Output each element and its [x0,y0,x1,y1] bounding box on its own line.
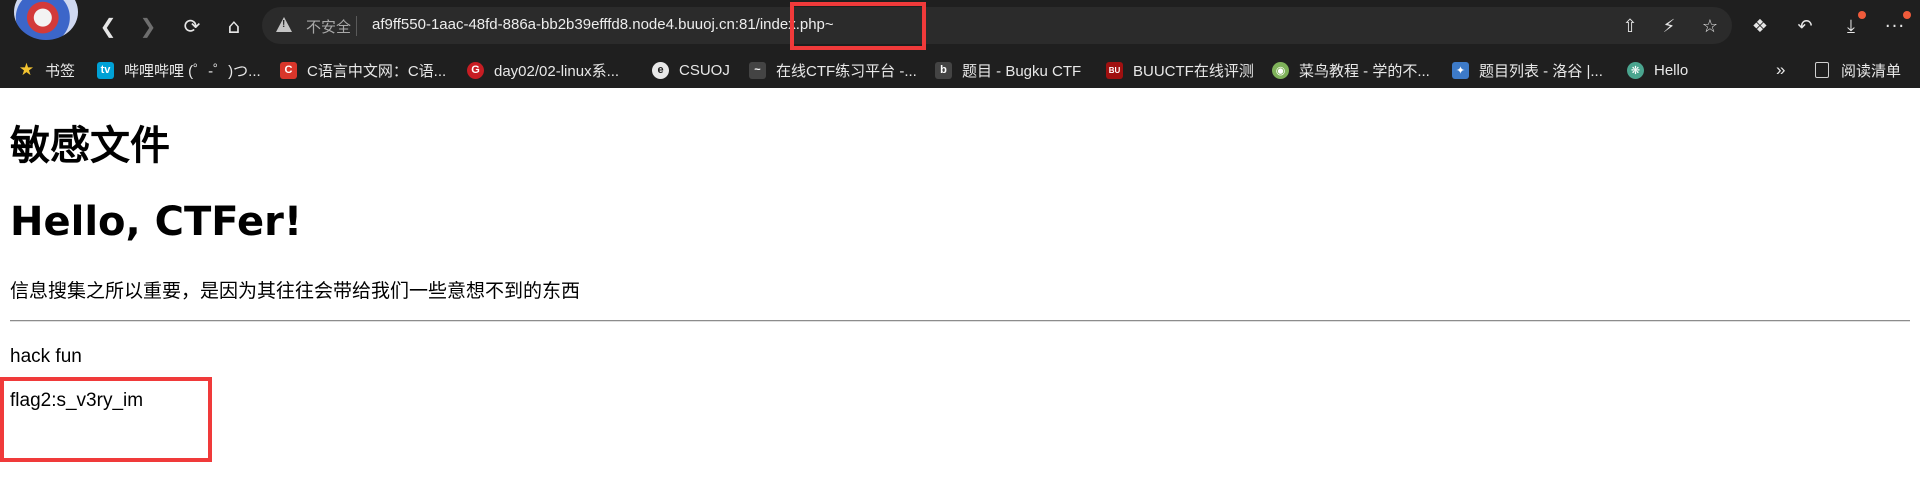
bookmark-item[interactable]: ★ 书签 [18,59,75,81]
bookmarks-overflow-button[interactable]: » [1776,59,1785,81]
performance-icon[interactable]: ⚡ [1656,13,1682,39]
home-icon[interactable]: ⌂ [220,12,248,40]
bookmark-item[interactable]: e CSUOJ [652,59,730,81]
forward-icon[interactable]: ❯ [134,12,162,40]
star-icon: ★ [18,60,35,80]
horizontal-rule [10,320,1910,322]
bookmark-item[interactable]: ~ 在线CTF练习平台 -... [749,59,917,81]
address-separator [356,16,357,36]
ctf-icon: ~ [749,61,766,79]
url-host: af9ff550-1aac-48fd-886a-bb2b39efffd8.nod… [372,16,756,33]
url-path-highlight [790,2,926,50]
bookmark-item[interactable]: ✦ 题目列表 - 洛谷 |... [1452,59,1603,81]
bookmark-item[interactable]: ❋ Hello [1627,59,1688,81]
bookmark-label: Hello [1654,61,1689,79]
page-content: 敏感文件 Hello, CTFer! 信息搜集之所以重要，是因为其往往会带给我们… [0,88,1920,484]
url-text[interactable]: af9ff550-1aac-48fd-886a-bb2b39efffd8.nod… [372,16,834,33]
luogu-icon: ✦ [1452,61,1469,79]
page-heading-secondary: Hello, CTFer! [10,199,303,245]
bookmark-item[interactable]: G day02/02-linux系... [467,59,619,81]
bookmark-item[interactable]: tv 哔哩哔哩 (゜-゜)つ... [97,59,261,81]
bookmark-label: day02/02-linux系... [494,62,620,80]
refresh-icon[interactable]: ⟳ [178,12,206,40]
security-label[interactable]: 不安全 [306,16,351,37]
downloads-badge [1858,11,1866,19]
extensions-icon[interactable]: ❖ [1747,13,1773,39]
back-icon[interactable]: ❮ [94,12,122,40]
bookmark-item[interactable]: BU BUUCTF在线评测 [1106,59,1254,81]
share-icon[interactable]: ⇧ [1617,13,1643,39]
csuoj-icon: e [652,61,669,79]
bookmark-label: C语言中文网：C语... [307,62,447,80]
bookmark-item[interactable]: b 题目 - Bugku CTF [935,59,1081,81]
address-bar[interactable]: 不安全 af9ff550-1aac-48fd-886a-bb2b39efffd8… [262,7,1732,44]
bookmark-label: 在线CTF练习平台 -... [776,62,917,80]
more-badge [1903,11,1911,19]
browser-toolbar: ❮ ❯ ⟳ ⌂ 不安全 af9ff550-1aac-48fd-886a-bb2b… [0,0,1920,52]
buuctf-icon: BU [1106,61,1123,79]
favorite-icon[interactable]: ☆ [1697,13,1723,39]
page-heading-primary: 敏感文件 [10,123,170,169]
bookmarks-bar: ★ 书签 tv 哔哩哔哩 (゜-゜)つ... C C语言中文网：C语... G … [0,52,1920,88]
flag-highlight [0,377,212,462]
bookmark-label: 菜鸟教程 - 学的不... [1299,62,1430,80]
bookmark-item[interactable]: C C语言中文网：C语... [280,59,446,81]
bookmark-item[interactable]: ◉ 菜鸟教程 - 学的不... [1272,59,1430,81]
browser-chrome: ❮ ❯ ⟳ ⌂ 不安全 af9ff550-1aac-48fd-886a-bb2b… [0,0,1920,88]
reading-list-label: 阅读清单 [1841,62,1902,80]
bookmark-label: 题目 - Bugku CTF [962,62,1082,80]
gitee-icon: G [467,61,484,79]
bookmark-label: 书签 [45,62,76,80]
undo-icon[interactable]: ↶ [1792,13,1818,39]
c-icon: C [280,61,297,79]
bookmark-label: 哔哩哔哩 (゜-゜)つ... [124,62,261,80]
runoob-icon: ◉ [1272,61,1289,79]
reading-list-icon [1815,62,1829,78]
bugku-icon: b [935,61,952,79]
warning-icon [276,17,292,32]
bookmark-label: 题目列表 - 洛谷 |... [1479,62,1603,80]
bookmark-label: CSUOJ [679,61,730,79]
bookmark-label: BUUCTF在线评测 [1133,62,1254,80]
reading-list-button[interactable]: 阅读清单 [1815,59,1901,81]
bilibili-icon: tv [97,61,114,79]
intro-text: 信息搜集之所以重要，是因为其往往会带给我们一些意想不到的东西 [10,281,581,302]
chatgpt-icon: ❋ [1627,61,1644,79]
profile-avatar[interactable] [14,0,78,40]
hack-fun-text: hack fun [10,346,82,367]
